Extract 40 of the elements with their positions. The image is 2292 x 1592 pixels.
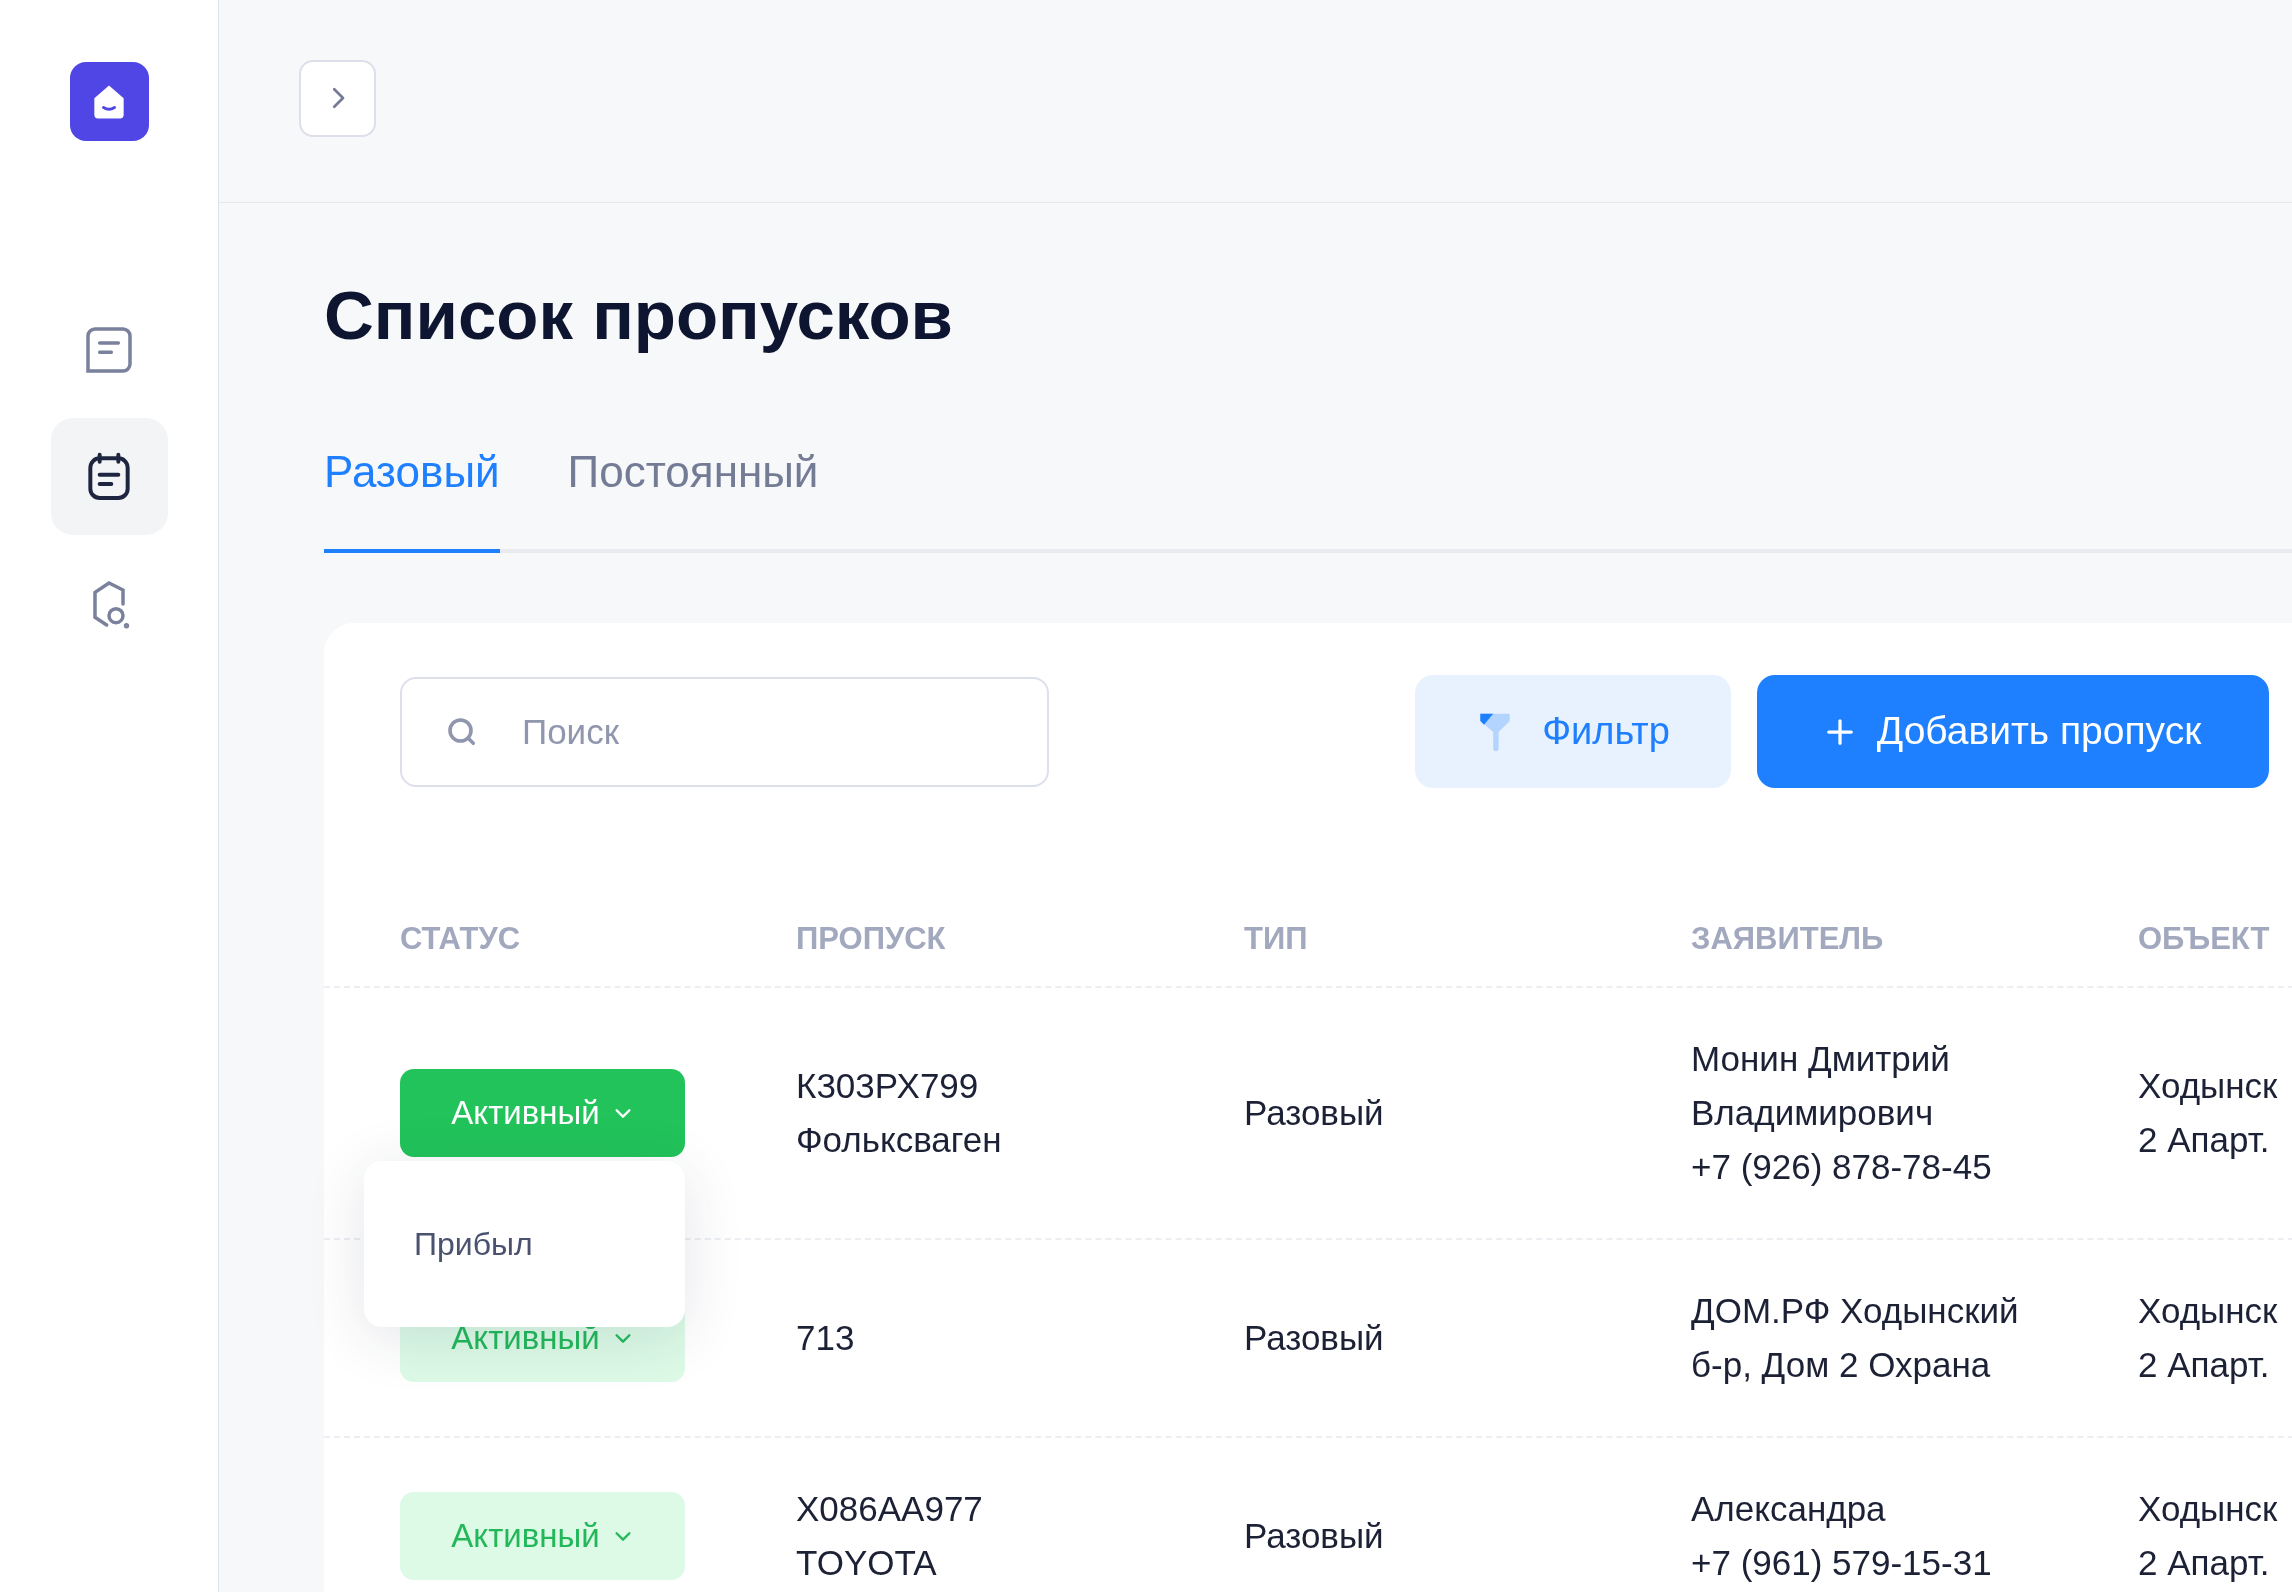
object-cell-text: Ходынск: [2138, 1290, 2279, 1332]
pass-cell-text: Фольксваген: [796, 1119, 1003, 1161]
tab[interactable]: Разовый: [324, 439, 500, 553]
add-pass-label: Добавить пропуск: [1876, 708, 2202, 755]
column-header: ТИП: [1244, 920, 1309, 958]
column-header: ЗАЯВИТЕЛЬ: [1691, 920, 1885, 958]
object-cell-text: 2 Апарт.: [2138, 1119, 2271, 1161]
plus-icon: [1824, 716, 1855, 747]
applicant-cell-text: б-р, Дом 2 Охрана: [1691, 1344, 1992, 1386]
status-dropdown[interactable]: Активный: [400, 1069, 685, 1157]
pass-cell-text: К303РХ799: [796, 1065, 980, 1107]
object-cell-text: Ходынск: [2138, 1065, 2279, 1107]
filter-label: Фильтр: [1542, 709, 1670, 754]
object-cell-text: Ходынск: [2138, 1488, 2279, 1530]
sidebar-item[interactable]: [50, 418, 168, 535]
applicant-cell-text: +7 (961) 579-15-31: [1691, 1542, 1993, 1584]
object-cell-text: 2 Апарт.: [2138, 1344, 2271, 1386]
applicant-cell-text: Владимирович: [1691, 1092, 1935, 1134]
type-cell-text: Разовый: [1244, 1091, 1385, 1134]
filter-button[interactable]: Фильтр: [1415, 675, 1731, 788]
menu-item[interactable]: Прибыл: [414, 1220, 635, 1268]
applicant-cell-text: +7 (926) 878-78-45: [1691, 1146, 1993, 1188]
tab[interactable]: Постоянный: [567, 439, 819, 553]
column-header: ПРОПУСК: [796, 920, 947, 958]
page-title: Список пропусков: [324, 281, 955, 351]
search-field[interactable]: Поиск: [400, 676, 1049, 787]
type-cell-text: Разовый: [1244, 1316, 1385, 1359]
applicant-cell-text: Монин Дмитрий: [1691, 1038, 1951, 1080]
add-pass-button[interactable]: Добавить пропуск: [1757, 675, 2269, 788]
applicant-cell-text: Александра: [1691, 1488, 1887, 1530]
object-cell-text: 2 Апарт.: [2138, 1542, 2271, 1584]
logo[interactable]: [69, 62, 149, 141]
type-cell-text: Разовый: [1244, 1514, 1385, 1557]
pass-cell-text: Х086АА977: [796, 1488, 984, 1530]
applicant-cell-text: ДОМ.РФ Ходынский: [1691, 1290, 2020, 1332]
column-header: ОБЪЕКТ: [2138, 920, 2271, 958]
column-header: СТАТУС: [400, 920, 522, 958]
status-dropdown[interactable]: Активный: [400, 1492, 685, 1580]
pass-cell-text: TOYOTA: [796, 1542, 938, 1584]
pass-cell-text: 713: [796, 1317, 856, 1359]
